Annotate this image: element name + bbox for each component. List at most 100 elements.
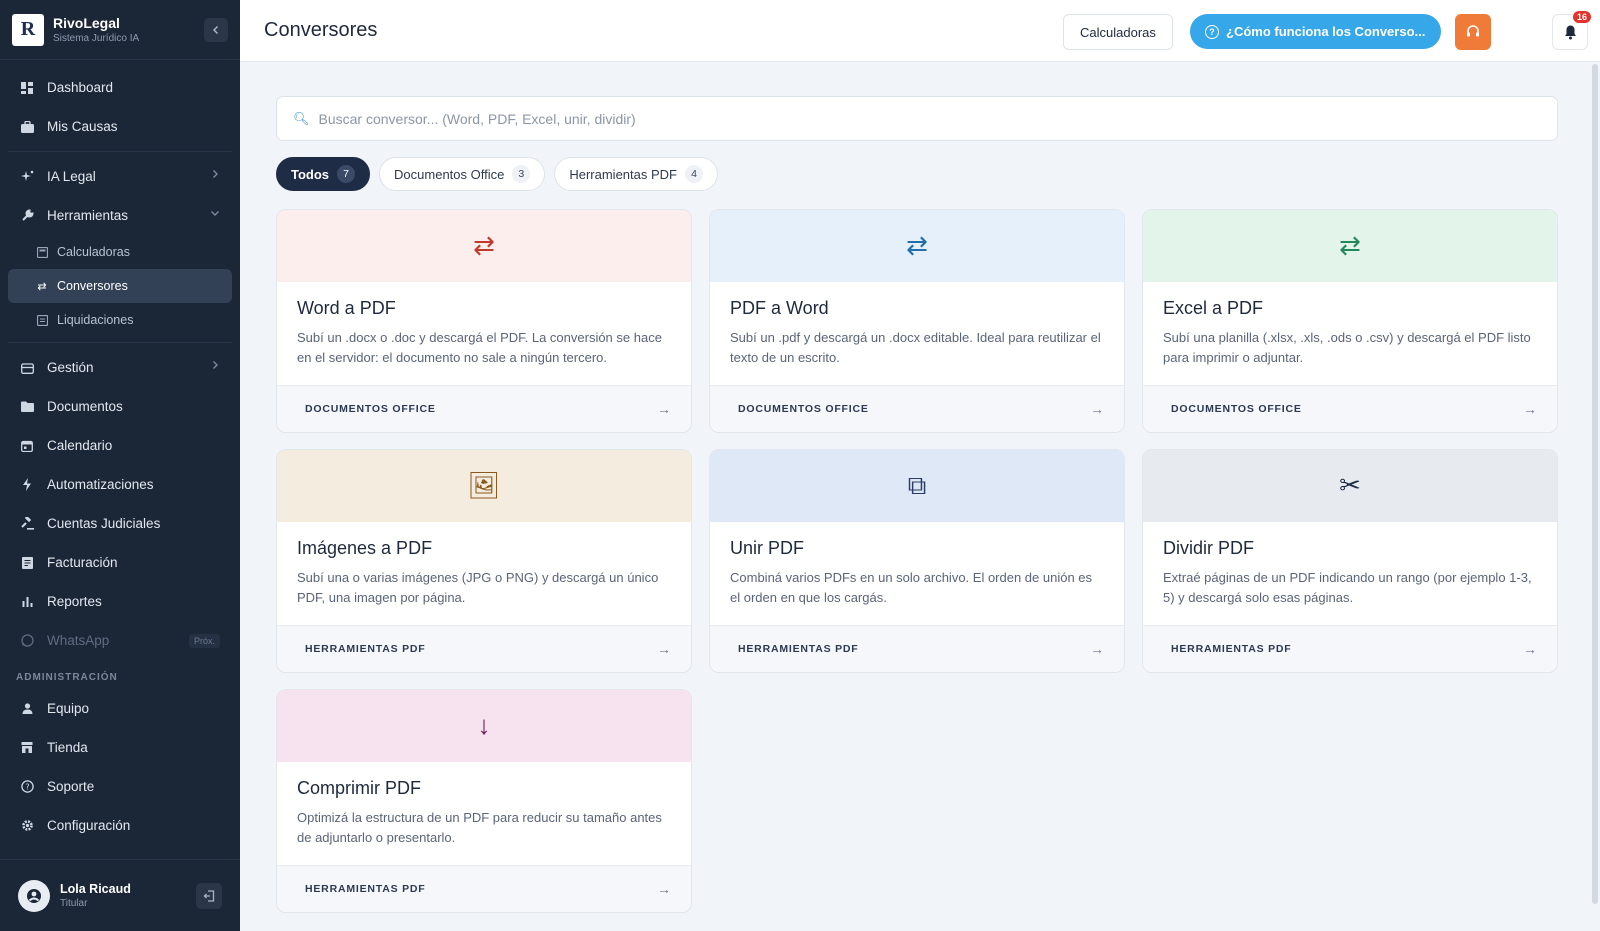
sidebar-subitem-label: Conversores xyxy=(57,279,128,293)
user-role: Titular xyxy=(60,898,88,909)
arrow-right-icon: → xyxy=(1090,641,1104,658)
sidebar-item-dashboard[interactable]: Dashboard xyxy=(0,68,240,107)
sidebar-item-mis-causas[interactable]: Mis Causas xyxy=(0,107,240,146)
filter-documentos-office[interactable]: Documentos Office 3 xyxy=(379,157,546,191)
collapse-sidebar-button[interactable] xyxy=(204,17,228,42)
converter-card-pdf-a-word[interactable]: ⇄ PDF a Word Subí un .pdf y descargá un .… xyxy=(709,209,1125,433)
sidebar-item-label: Facturación xyxy=(47,555,118,570)
card-description: Combiná varios PDFs en un solo archivo. … xyxy=(730,569,1093,605)
search-bar[interactable]: 🔍︎ xyxy=(276,96,1558,141)
converter-card-comprimir-pdf[interactable]: ↓ Comprimir PDF Optimizá la estructura de… xyxy=(276,689,692,913)
calendar-icon xyxy=(20,439,34,453)
sidebar-item-label: Mis Causas xyxy=(47,119,118,134)
logo[interactable]: R xyxy=(12,13,44,46)
help-button-label: ¿Cómo funciona los Converso... xyxy=(1226,24,1426,39)
card-description: Subí una planilla (.xlsx, .xls, .ods o .… xyxy=(1163,329,1531,365)
sidebar-item-label: IA Legal xyxy=(47,169,96,184)
sidebar-item-configuracion[interactable]: Configuración xyxy=(0,806,240,845)
help-icon: ? xyxy=(20,780,34,794)
calculadoras-button[interactable]: Calculadoras xyxy=(1063,14,1173,50)
bolt-icon xyxy=(20,478,34,492)
brand-name: RivoLegal xyxy=(53,15,120,31)
converter-card-unir-pdf[interactable]: ⧉ Unir PDF Combiná varios PDFs en un solo… xyxy=(709,449,1125,673)
sidebar-item-cuentas-judiciales[interactable]: Cuentas Judiciales xyxy=(0,504,240,543)
converter-card-excel-a-pdf[interactable]: ⇄ Excel a PDF Subí una planilla (.xlsx, .… xyxy=(1142,209,1558,433)
sidebar-item-gestion[interactable]: Gestión xyxy=(0,348,240,387)
converter-card-dividir-pdf[interactable]: ✂ Dividir PDF Extraé páginas de un PDF in… xyxy=(1142,449,1558,673)
card-category: DOCUMENTOS OFFICE xyxy=(738,403,869,416)
card-header: ⇄ xyxy=(277,210,691,282)
sidebar-item-documentos[interactable]: Documentos xyxy=(0,387,240,426)
sidebar-item-soporte[interactable]: ? Soporte xyxy=(0,767,240,806)
sidebar-item-label: Equipo xyxy=(47,701,90,716)
help-button[interactable]: ? ¿Cómo funciona los Converso... xyxy=(1190,14,1441,49)
gavel-icon xyxy=(20,517,34,531)
converter-card-imagenes-a-pdf[interactable]: 🖼 Imágenes a PDF Subí una o varias imágen… xyxy=(276,449,692,673)
whatsapp-icon xyxy=(20,634,34,648)
notification-count-badge: 16 xyxy=(1571,10,1592,24)
search-input[interactable] xyxy=(318,110,1419,127)
sidebar-item-herramientas[interactable]: Herramientas xyxy=(0,196,240,235)
logout-button[interactable] xyxy=(196,882,222,909)
user-name: Lola Ricaud xyxy=(60,882,131,896)
sidebar-subitem-label: Calculadoras xyxy=(57,245,130,259)
sidebar-nav: Dashboard Mis Causas IA Legal Herramient… xyxy=(0,60,240,845)
card-title: Excel a PDF xyxy=(1163,297,1264,318)
avatar[interactable] xyxy=(18,879,50,912)
sidebar-subitem-conversores[interactable]: ⇄ Conversores xyxy=(8,269,232,303)
scissors-icon: ✂ xyxy=(1339,470,1361,501)
section-label-admin: ADMINISTRACIÓN xyxy=(16,672,118,683)
card-header: 🖼 xyxy=(277,450,691,522)
card-category: DOCUMENTOS OFFICE xyxy=(305,403,436,416)
card-category: HERRAMIENTAS PDF xyxy=(305,643,426,656)
user-icon xyxy=(27,888,41,903)
notifications-button[interactable]: 16 xyxy=(1552,10,1592,50)
sidebar-item-equipo[interactable]: Equipo xyxy=(0,689,240,728)
sidebar-item-automatizaciones[interactable]: Automatizaciones xyxy=(0,465,240,504)
card-category: HERRAMIENTAS PDF xyxy=(305,883,426,896)
card-header: ⧉ xyxy=(710,450,1124,522)
svg-text:?: ? xyxy=(25,783,29,792)
merge-icon: ⧉ xyxy=(907,469,927,500)
card-title: Imágenes a PDF xyxy=(297,537,433,558)
sidebar-item-label: Herramientas xyxy=(47,208,129,223)
filter-label: Herramientas PDF xyxy=(569,166,677,182)
invoice-icon xyxy=(20,556,34,570)
sidebar-item-calendario[interactable]: Calendario xyxy=(0,426,240,465)
card-description: Extraé páginas de un PDF indicando un ra… xyxy=(1163,569,1532,605)
sidebar-subitem-label: Liquidaciones xyxy=(57,313,134,327)
card-title: Word a PDF xyxy=(297,297,396,318)
sidebar-item-facturacion[interactable]: Facturación xyxy=(0,543,240,582)
support-button[interactable] xyxy=(1455,14,1491,50)
sidebar-item-label: Configuración xyxy=(47,818,131,833)
arrow-down-icon: ↓ xyxy=(477,710,491,741)
receipt-icon xyxy=(36,314,48,326)
card-title: Comprimir PDF xyxy=(297,777,421,798)
card-description: Subí un .pdf y descargá un .docx editabl… xyxy=(730,329,1101,365)
user-profile: Lola Ricaud Titular xyxy=(0,859,240,931)
arrow-right-icon: → xyxy=(657,641,671,658)
swap-icon: ⇄ xyxy=(906,230,928,261)
brand: R RivoLegal Sistema Jurídico IA xyxy=(0,0,240,60)
search-icon: 🔍︎ xyxy=(293,110,310,126)
sidebar-subitem-calculadoras[interactable]: Calculadoras xyxy=(8,235,232,269)
converter-card-word-a-pdf[interactable]: ⇄ Word a PDF Subí un .docx o .doc y desca… xyxy=(276,209,692,433)
filter-count: 4 xyxy=(684,165,703,183)
briefcase-icon xyxy=(20,120,34,134)
headset-icon xyxy=(1467,25,1479,37)
filter-todos[interactable]: Todos 7 xyxy=(276,157,371,191)
sidebar-item-label: Cuentas Judiciales xyxy=(47,516,161,531)
logout-icon xyxy=(203,889,215,902)
sidebar-item-ia-legal[interactable]: IA Legal xyxy=(0,157,240,196)
card-header: ⇄ xyxy=(1143,210,1557,282)
scrollbar[interactable] xyxy=(1592,64,1598,904)
filter-herramientas-pdf[interactable]: Herramientas PDF 4 xyxy=(554,157,718,191)
sidebar-item-tienda[interactable]: Tienda xyxy=(0,728,240,767)
sidebar-item-label: WhatsApp xyxy=(47,633,110,648)
card-description: Optimizá la estructura de un PDF para re… xyxy=(297,809,662,845)
sidebar-subitem-liquidaciones[interactable]: Liquidaciones xyxy=(8,303,232,337)
card-title: Unir PDF xyxy=(730,537,805,558)
sidebar-item-reportes[interactable]: Reportes xyxy=(0,582,240,621)
card-header: ✂ xyxy=(1143,450,1557,522)
gear-icon xyxy=(20,819,34,833)
